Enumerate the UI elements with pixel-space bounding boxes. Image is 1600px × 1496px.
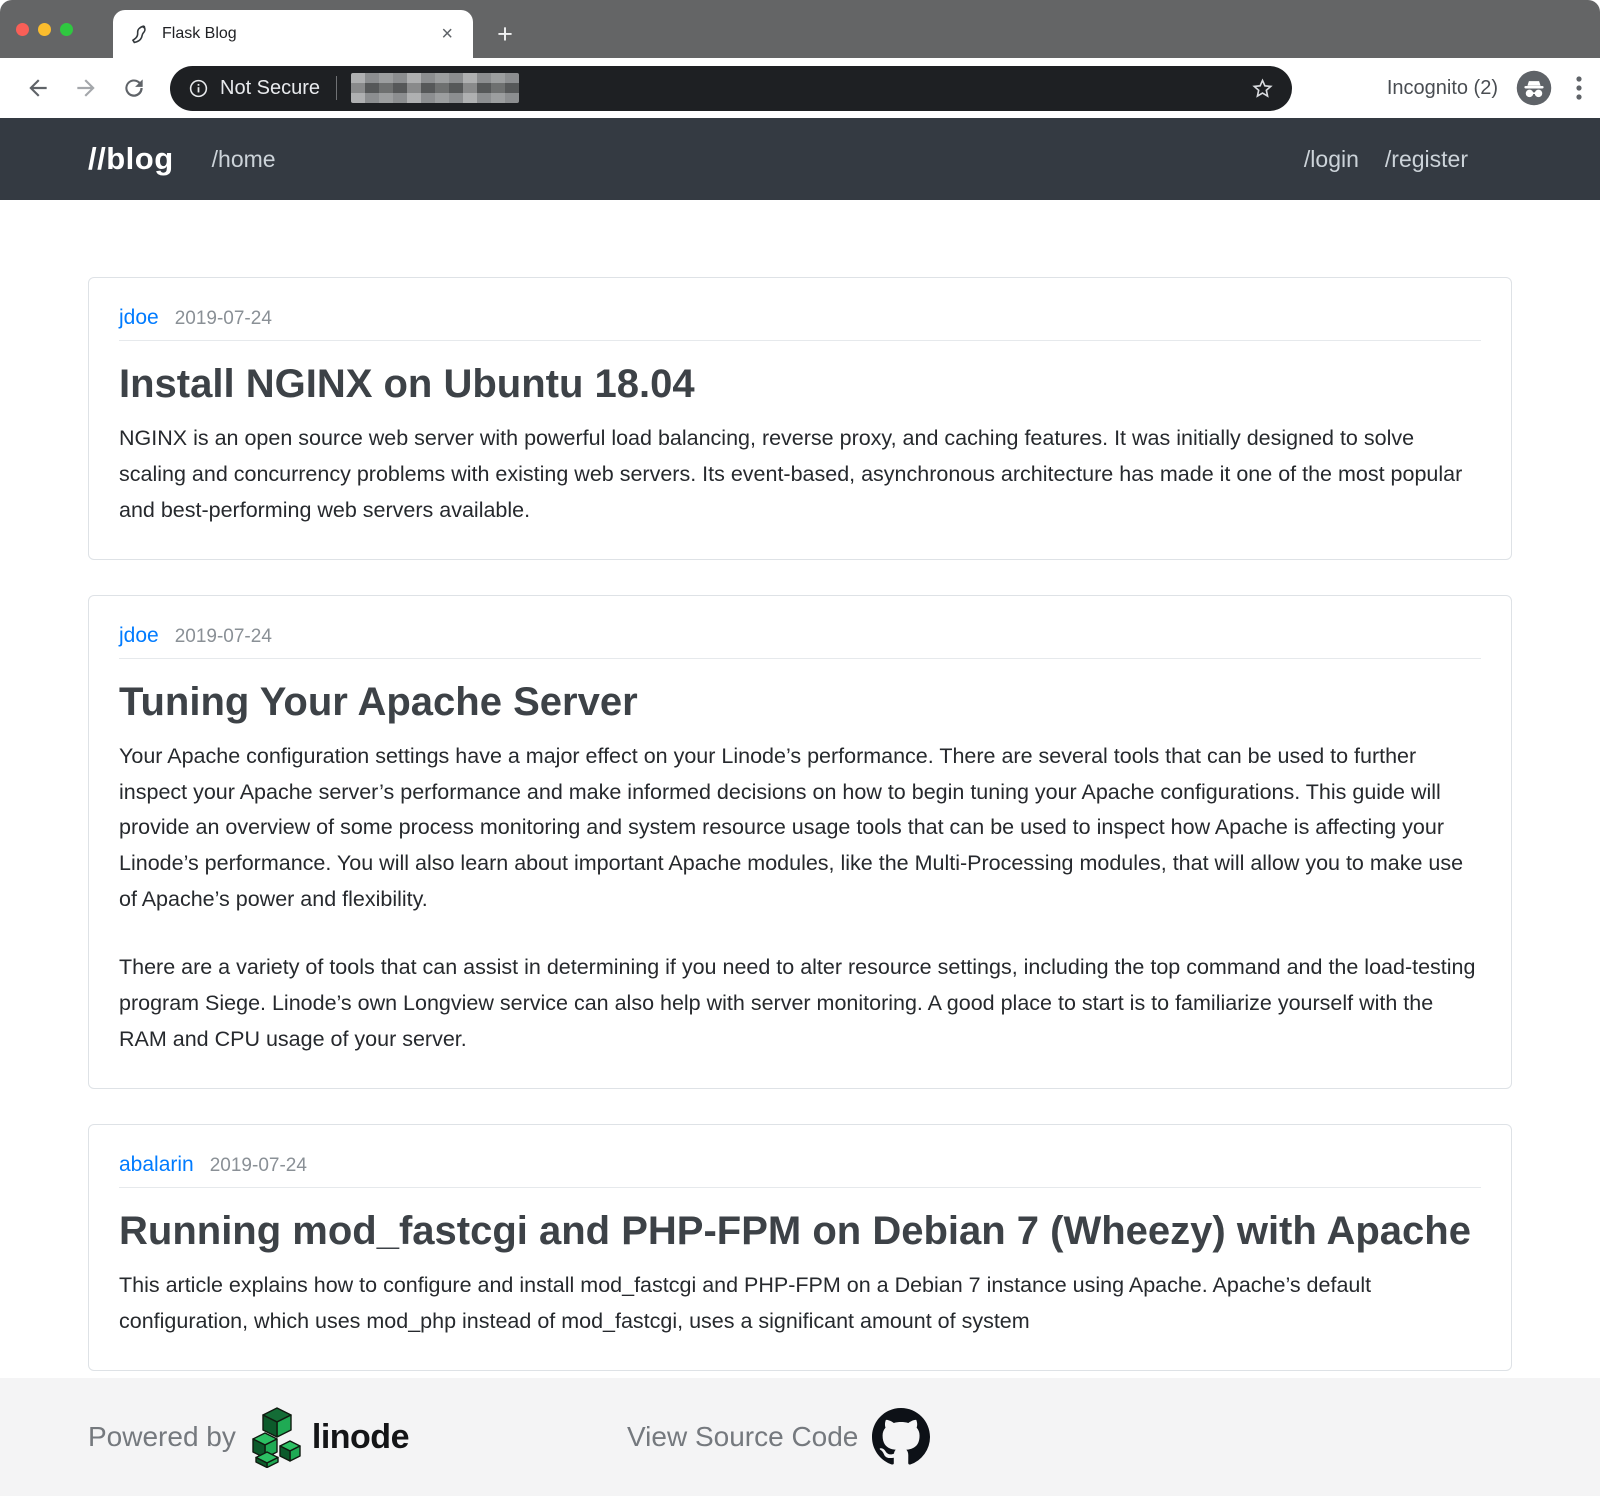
post-body: Your Apache configuration settings have …	[119, 739, 1481, 1058]
post-metadata: abalarin 2019-07-24	[119, 1153, 1481, 1188]
post-metadata: jdoe 2019-07-24	[119, 306, 1481, 341]
tab-title: Flask Blog	[162, 25, 437, 43]
window-controls	[16, 23, 73, 36]
post-card: jdoe 2019-07-24 Tuning Your Apache Serve…	[88, 595, 1512, 1089]
nav-link-home[interactable]: /home	[212, 146, 276, 173]
post-title[interactable]: Tuning Your Apache Server	[119, 675, 1481, 729]
zoom-window-button[interactable]	[60, 23, 73, 36]
navbar-brand[interactable]: //blog	[88, 141, 174, 177]
nav-link-register[interactable]: /register	[1385, 146, 1468, 173]
toolbar-right-cluster: Incognito (2)	[1387, 70, 1582, 106]
navbar-right-links: /login /register	[1304, 146, 1468, 173]
close-window-button[interactable]	[16, 23, 29, 36]
post-date: 2019-07-24	[175, 626, 272, 648]
post-metadata: jdoe 2019-07-24	[119, 624, 1481, 659]
incognito-icon	[1516, 70, 1552, 106]
linode-logo-icon[interactable]	[250, 1406, 304, 1468]
post-paragraph: This article explains how to configure a…	[119, 1268, 1481, 1340]
address-bar[interactable]: Not Secure	[170, 66, 1292, 111]
post-paragraph: There are a variety of tools that can as…	[119, 950, 1481, 1058]
posts: jdoe 2019-07-24 Install NGINX on Ubuntu …	[0, 200, 1600, 1378]
post-author-link[interactable]: jdoe	[119, 624, 159, 648]
site-navbar: //blog /home /login /register	[0, 118, 1600, 200]
powered-by-group: Powered by	[88, 1406, 409, 1468]
post-date: 2019-07-24	[175, 308, 272, 330]
security-status-label[interactable]: Not Secure	[220, 77, 320, 100]
post-author-link[interactable]: jdoe	[119, 306, 159, 330]
post-card: abalarin 2019-07-24 Running mod_fastcgi …	[88, 1124, 1512, 1371]
browser-window: Flask Blog × + Not Secure	[0, 0, 1600, 1496]
browser-menu-icon[interactable]	[1576, 75, 1582, 101]
view-source-group: View Source Code	[627, 1408, 930, 1466]
linode-brand-name[interactable]: linode	[312, 1418, 409, 1457]
info-icon[interactable]	[188, 78, 209, 99]
nav-link-login[interactable]: /login	[1304, 146, 1359, 173]
browser-toolbar: Not Secure Incognito (2)	[0, 58, 1600, 118]
browser-tab[interactable]: Flask Blog ×	[113, 10, 473, 58]
post-paragraph: Your Apache configuration settings have …	[119, 739, 1481, 918]
github-icon[interactable]	[872, 1408, 930, 1466]
incognito-count-label: Incognito (2)	[1387, 77, 1498, 100]
post-body: NGINX is an open source web server with …	[119, 421, 1481, 529]
tab-close-icon[interactable]: ×	[437, 22, 457, 46]
post-author-link[interactable]: abalarin	[119, 1153, 194, 1177]
view-source-label[interactable]: View Source Code	[627, 1421, 858, 1453]
post-card: jdoe 2019-07-24 Install NGINX on Ubuntu …	[88, 277, 1512, 560]
minimize-window-button[interactable]	[38, 23, 51, 36]
page-footer: Powered by	[0, 1378, 1600, 1496]
flask-favicon-icon	[129, 24, 150, 45]
navbar-left-links: /home	[212, 146, 276, 173]
reload-icon[interactable]	[121, 75, 147, 101]
post-body: This article explains how to configure a…	[119, 1268, 1481, 1340]
forward-icon[interactable]	[73, 75, 99, 101]
post-title[interactable]: Running mod_fastcgi and PHP-FPM on Debia…	[119, 1204, 1481, 1258]
new-tab-button[interactable]: +	[492, 22, 518, 48]
tab-strip: Flask Blog × +	[0, 0, 1600, 58]
url-separator	[336, 76, 337, 100]
bookmark-star-icon[interactable]	[1251, 77, 1274, 100]
post-date: 2019-07-24	[210, 1155, 307, 1177]
post-paragraph: NGINX is an open source web server with …	[119, 421, 1481, 529]
back-icon[interactable]	[25, 75, 51, 101]
url-redacted	[351, 73, 519, 103]
powered-by-label: Powered by	[88, 1421, 236, 1453]
post-title[interactable]: Install NGINX on Ubuntu 18.04	[119, 357, 1481, 411]
